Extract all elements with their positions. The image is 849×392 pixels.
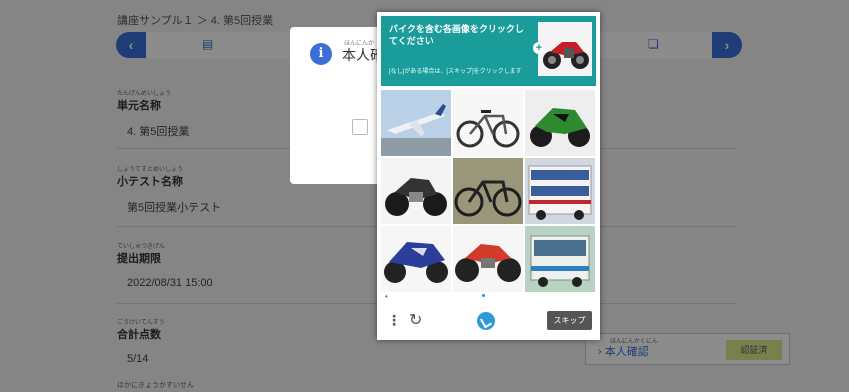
captcha-prompt: バイクを含む各画像をクリックしてください (389, 24, 524, 46)
captcha-header: バイクを含む各画像をクリックしてください [なし]がある場合は、[スキップ]をク… (381, 16, 596, 86)
captcha-tile-motorcycle[interactable] (381, 158, 451, 224)
refresh-icon[interactable]: ↻ (409, 310, 422, 330)
captcha-tile-airplane[interactable] (381, 90, 451, 156)
captcha-tile-motorcycle[interactable] (525, 90, 595, 156)
motorcycle-sample-image (538, 22, 592, 76)
captcha-tile-bicycle[interactable] (453, 90, 523, 156)
human-check-checkbox[interactable] (352, 119, 368, 135)
info-icon: i (310, 43, 332, 65)
captcha-image-grid (381, 90, 596, 292)
captcha-tile-bus[interactable] (525, 226, 595, 292)
captcha-tile-bicycle[interactable] (453, 158, 523, 224)
add-icon: + (533, 42, 545, 54)
captcha-hint: [なし]がある場合は、[スキップ]をクリックします (389, 69, 522, 75)
captcha-challenge: バイクを含む各画像をクリックしてください [なし]がある場合は、[スキップ]をク… (377, 12, 600, 340)
captcha-progress-dot (482, 294, 485, 297)
captcha-tile-motorcycle[interactable] (453, 226, 523, 292)
more-options-icon[interactable]: ⋮ (387, 312, 401, 329)
captcha-tile-bus[interactable] (525, 158, 595, 224)
skip-button[interactable]: スキップ (547, 311, 592, 330)
captcha-page-indicator: • (385, 292, 388, 301)
captcha-footer: ⋮ ↻ スキップ (377, 308, 600, 336)
captcha-logo-icon (477, 312, 495, 330)
captcha-tile-motorcycle[interactable] (381, 226, 451, 292)
